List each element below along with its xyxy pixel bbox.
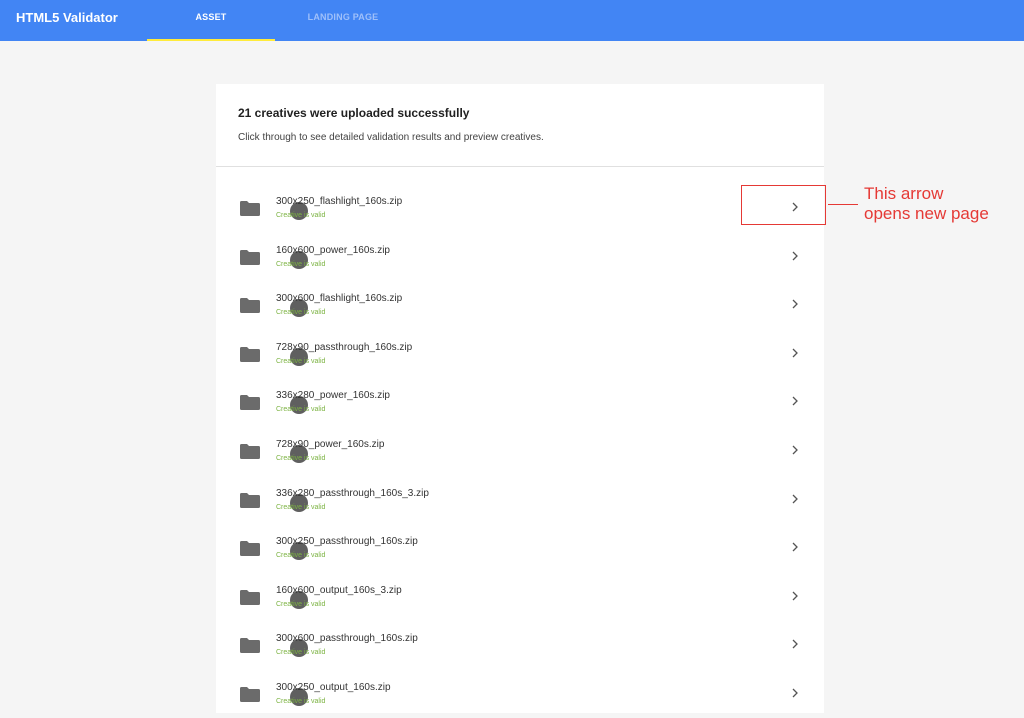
creative-file-name: 300x600_passthrough_160s.zip [276, 633, 418, 644]
creative-file-name: 300x250_output_160s.zip [276, 682, 391, 693]
folder-icon [240, 590, 260, 605]
creative-row[interactable]: 300x250_flashlight_160s.zip Creative is v… [216, 184, 824, 232]
chevron-right-icon[interactable] [788, 394, 802, 408]
creative-row[interactable]: 300x600_flashlight_160s.zip Creative is v… [216, 281, 824, 329]
folder-icon [240, 638, 260, 653]
creative-status: Creative is valid [276, 698, 326, 705]
chevron-right-icon[interactable] [788, 249, 802, 263]
creative-status: Creative is valid [276, 601, 326, 608]
creative-file-name: 728x90_passthrough_160s.zip [276, 342, 413, 353]
tab-asset-label: ASSET [195, 12, 227, 22]
folder-icon [240, 395, 260, 410]
creative-row[interactable]: 728x90_passthrough_160s.zip Creative is v… [216, 330, 824, 378]
tab-asset[interactable]: ASSET [147, 0, 275, 41]
creative-file-name: 728x90_power_160s.zip [276, 439, 385, 450]
card-header: 21 creatives were uploaded successfully … [216, 84, 824, 167]
creative-status: Creative is valid [276, 358, 326, 365]
creative-row[interactable]: 160x600_power_160s.zip Creative is valid [216, 233, 824, 281]
chevron-right-icon[interactable] [788, 297, 802, 311]
creative-file-name: 336x280_power_160s.zip [276, 390, 390, 401]
creative-row[interactable]: 336x280_power_160s.zip Creative is valid [216, 378, 824, 426]
creative-file-name: 300x250_flashlight_160s.zip [276, 196, 403, 207]
annotation-highlight-box [741, 185, 826, 225]
creative-file-name: 300x250_passthrough_160s.zip [276, 536, 418, 547]
creative-file-name: 336x280_passthrough_160s_3.zip [276, 488, 429, 499]
chevron-right-icon[interactable] [788, 492, 802, 506]
creative-status: Creative is valid [276, 552, 326, 559]
creative-file-name: 160x600_power_160s.zip [276, 245, 390, 256]
folder-icon [240, 444, 260, 459]
creative-status: Creative is valid [276, 261, 326, 268]
creative-file-name: 300x600_flashlight_160s.zip [276, 293, 403, 304]
folder-icon [240, 347, 260, 362]
creative-row[interactable]: 300x600_passthrough_160s.zip Creative is … [216, 621, 824, 669]
app-title: HTML5 Validator [16, 10, 118, 25]
creative-row[interactable]: 336x280_passthrough_160s_3.zip Creative i… [216, 476, 824, 524]
active-tab-indicator [147, 39, 275, 41]
creative-status: Creative is valid [276, 649, 326, 656]
creative-file-name: 160x600_output_160s_3.zip [276, 585, 402, 596]
folder-icon [240, 298, 260, 313]
annotation-connector-line [828, 204, 858, 205]
annotation-text: This arrow opens new page [864, 184, 989, 224]
creative-status: Creative is valid [276, 504, 326, 511]
creative-status: Creative is valid [276, 455, 326, 462]
folder-icon [240, 250, 260, 265]
folder-icon [240, 493, 260, 508]
creative-row[interactable]: 300x250_passthrough_160s.zip Creative is … [216, 524, 824, 572]
chevron-right-icon[interactable] [788, 443, 802, 457]
chevron-right-icon[interactable] [788, 540, 802, 554]
creative-row[interactable]: 160x600_output_160s_3.zip Creative is val… [216, 573, 824, 621]
top-app-bar: HTML5 Validator ASSET LANDING PAGE [0, 0, 1024, 41]
creative-row[interactable]: 300x250_output_160s.zip Creative is valid [216, 670, 824, 718]
creative-status: Creative is valid [276, 309, 326, 316]
chevron-right-icon[interactable] [788, 589, 802, 603]
folder-icon [240, 687, 260, 702]
annotation-line-2: opens new page [864, 204, 989, 223]
tab-landing-page[interactable]: LANDING PAGE [278, 0, 408, 41]
tab-landing-page-label: LANDING PAGE [307, 12, 379, 22]
chevron-right-icon[interactable] [788, 686, 802, 700]
folder-icon [240, 541, 260, 556]
folder-icon [240, 201, 260, 216]
upload-summary-subtitle: Click through to see detailed validation… [238, 132, 544, 143]
chevron-right-icon[interactable] [788, 637, 802, 651]
creative-status: Creative is valid [276, 212, 326, 219]
upload-summary-title: 21 creatives were uploaded successfully [238, 106, 470, 120]
creative-row[interactable]: 728x90_power_160s.zip Creative is valid [216, 427, 824, 475]
creative-status: Creative is valid [276, 406, 326, 413]
chevron-right-icon[interactable] [788, 346, 802, 360]
annotation-line-1: This arrow [864, 184, 944, 203]
